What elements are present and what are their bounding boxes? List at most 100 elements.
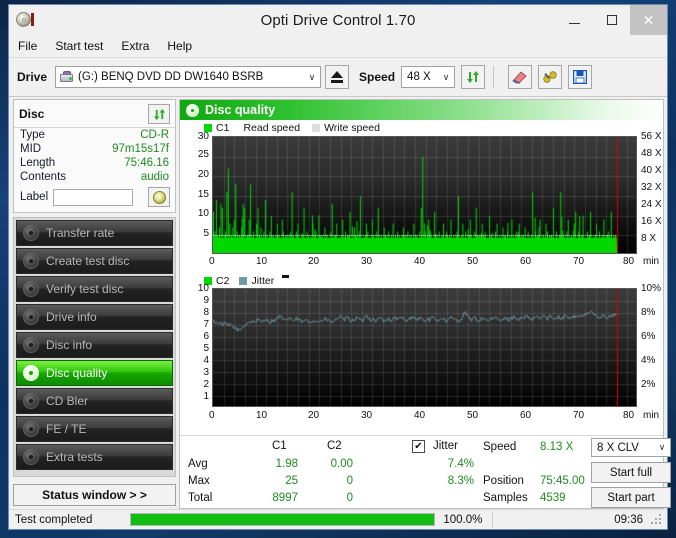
chart2-y2tick-4pct: 4% xyxy=(641,355,656,366)
speed-select[interactable]: 48 X ∨ xyxy=(401,66,456,88)
chart1-y2tick-48x: 48 X xyxy=(641,148,662,159)
chart2-xtick-30: 30 xyxy=(361,410,373,421)
elapsed-time: 09:36 xyxy=(614,513,643,526)
sidebar-item-label: Create test disc xyxy=(46,254,130,268)
disc-row-type-value: CD-R xyxy=(140,129,169,141)
save-button[interactable] xyxy=(568,65,593,89)
sidebar-item-label: Drive info xyxy=(46,310,97,324)
chart2-xlabel: min xyxy=(643,410,660,421)
disc-label-input[interactable] xyxy=(53,188,134,206)
sidebar-item-drive-info[interactable]: Drive info xyxy=(16,304,173,330)
chart2-y2tick-8pct: 8% xyxy=(641,307,656,318)
close-button[interactable]: ✕ xyxy=(630,5,667,35)
chart1-y2tick-40x: 40 X xyxy=(641,165,662,176)
menu-bar: File Start test Extra Help xyxy=(9,35,667,58)
speed-mode-select[interactable]: 8 X CLV ∨ xyxy=(591,438,671,457)
disc-icon xyxy=(186,103,199,117)
stats-c2-max: 0 xyxy=(346,475,353,487)
disc-icon xyxy=(23,337,39,353)
chart2-xtick-80: 80 xyxy=(623,410,635,421)
menu-extra[interactable]: Extra xyxy=(112,37,158,55)
chart1-xtick-80: 80 xyxy=(623,256,635,267)
position-label: Position xyxy=(483,475,524,487)
disc-info-header: Disc xyxy=(14,100,175,128)
charts-area: C1 Read speed Write speed 30 25 20 15 10… xyxy=(180,120,663,435)
left-panel-spacer xyxy=(13,477,176,484)
start-part-button[interactable]: Start part xyxy=(591,487,671,508)
chart1-y2tick-16x: 16 X xyxy=(641,216,662,227)
speed-stat-value: 8.13 X xyxy=(540,441,574,453)
chart1-legend: C1 Read speed Write speed xyxy=(204,122,380,134)
eject-button[interactable] xyxy=(325,65,350,89)
disc-label-key: Label xyxy=(20,191,49,203)
sidebar-item-fe-te[interactable]: FE / TE xyxy=(16,416,173,442)
chart1-xtick-10: 10 xyxy=(256,256,268,267)
sidebar-item-extra-tests[interactable]: Extra tests xyxy=(16,444,173,470)
chart2-xtick-70: 70 xyxy=(573,410,585,421)
chart1-ytick-25: 25 xyxy=(197,149,209,160)
chart2-ytick-4: 4 xyxy=(203,355,209,366)
sidebar-item-cd-bler[interactable]: CD Bler xyxy=(16,388,173,414)
speed-label: Speed xyxy=(359,70,396,84)
menu-start-test[interactable]: Start test xyxy=(46,37,112,55)
chart2-xtick-10: 10 xyxy=(256,410,268,421)
status-bar: Test completed 100.0% 09:36 xyxy=(9,509,667,529)
disc-icon xyxy=(23,393,39,409)
erase-button[interactable] xyxy=(508,65,533,89)
sidebar-item-disc-quality[interactable]: Disc quality xyxy=(16,360,173,386)
drive-select-value: (G:) BENQ DVD DD DW1640 BSRB xyxy=(78,71,264,83)
disc-icon xyxy=(23,421,39,437)
stats-col-c2: C2 xyxy=(327,440,342,452)
resize-grip[interactable] xyxy=(651,513,663,526)
save-disk-icon xyxy=(573,70,588,84)
tools-button[interactable] xyxy=(538,65,563,89)
sidebar-item-label: CD Bler xyxy=(46,394,89,408)
disc-icon xyxy=(152,190,166,204)
disc-row-contents: Contents audio xyxy=(14,170,175,184)
c1-chart-plot[interactable] xyxy=(212,136,637,254)
drive-label: Drive xyxy=(17,70,48,84)
content-area: Disc Type CD-R MID 97m15s17f Length 75:4… xyxy=(9,97,671,509)
sidebar-item-label: Disc quality xyxy=(46,366,108,380)
sidebar-item-create-test-disc[interactable]: Create test disc xyxy=(16,248,173,274)
chart1-xtick-20: 20 xyxy=(308,256,320,267)
panel-header: Disc quality xyxy=(180,100,663,120)
disc-icon xyxy=(23,253,39,269)
minimize-icon xyxy=(569,22,580,24)
chart2-ytick-9: 9 xyxy=(203,295,209,306)
disc-refresh-button[interactable] xyxy=(148,104,170,124)
minimize-button[interactable] xyxy=(556,5,593,35)
right-panel: Disc quality C1 Read speed Write speed 3… xyxy=(179,99,671,509)
chart1-xlabel: min xyxy=(643,256,660,267)
sidebar-item-disc-info[interactable]: Disc info xyxy=(16,332,173,358)
chart1-ytick-10: 10 xyxy=(197,208,209,219)
jitter-checkbox[interactable]: ✔ xyxy=(412,440,425,453)
chart2-ytick-5: 5 xyxy=(203,343,209,354)
chart2-xtick-40: 40 xyxy=(414,410,426,421)
disc-icon xyxy=(23,225,39,241)
maximize-button[interactable] xyxy=(593,5,630,35)
sidebar-item-transfer-rate[interactable]: Transfer rate xyxy=(16,220,173,246)
start-full-button[interactable]: Start full xyxy=(591,462,671,483)
chart2-y2tick-2pct: 2% xyxy=(641,379,656,390)
disc-info-title: Disc xyxy=(19,107,45,121)
sidebar-item-label: FE / TE xyxy=(46,422,87,436)
chart2-y2tick-6pct: 6% xyxy=(641,331,656,342)
chart1-y2tick-56x: 56 X xyxy=(641,131,662,142)
menu-help[interactable]: Help xyxy=(158,37,201,55)
status-window-button[interactable]: Status window > > xyxy=(13,484,176,506)
sidebar-item-label: Transfer rate xyxy=(46,226,115,240)
chart2-xtick-60: 60 xyxy=(520,410,532,421)
c2-jitter-chart-plot[interactable] xyxy=(212,288,637,407)
drive-select[interactable]: (G:) BENQ DVD DD DW1640 BSRB ∨ xyxy=(55,66,322,88)
eraser-icon xyxy=(512,71,527,84)
disc-icon xyxy=(23,309,39,325)
disc-label-button[interactable] xyxy=(148,187,170,207)
chart1-xtick-40: 40 xyxy=(414,256,426,267)
legend-swatch-jitter xyxy=(239,277,248,285)
sidebar-item-verify-test-disc[interactable]: Verify test disc xyxy=(16,276,173,302)
refresh-button[interactable] xyxy=(461,65,486,89)
legend-label-write-speed: Write speed xyxy=(324,122,380,134)
legend-swatch-write-speed xyxy=(312,124,321,132)
menu-file[interactable]: File xyxy=(9,37,46,55)
